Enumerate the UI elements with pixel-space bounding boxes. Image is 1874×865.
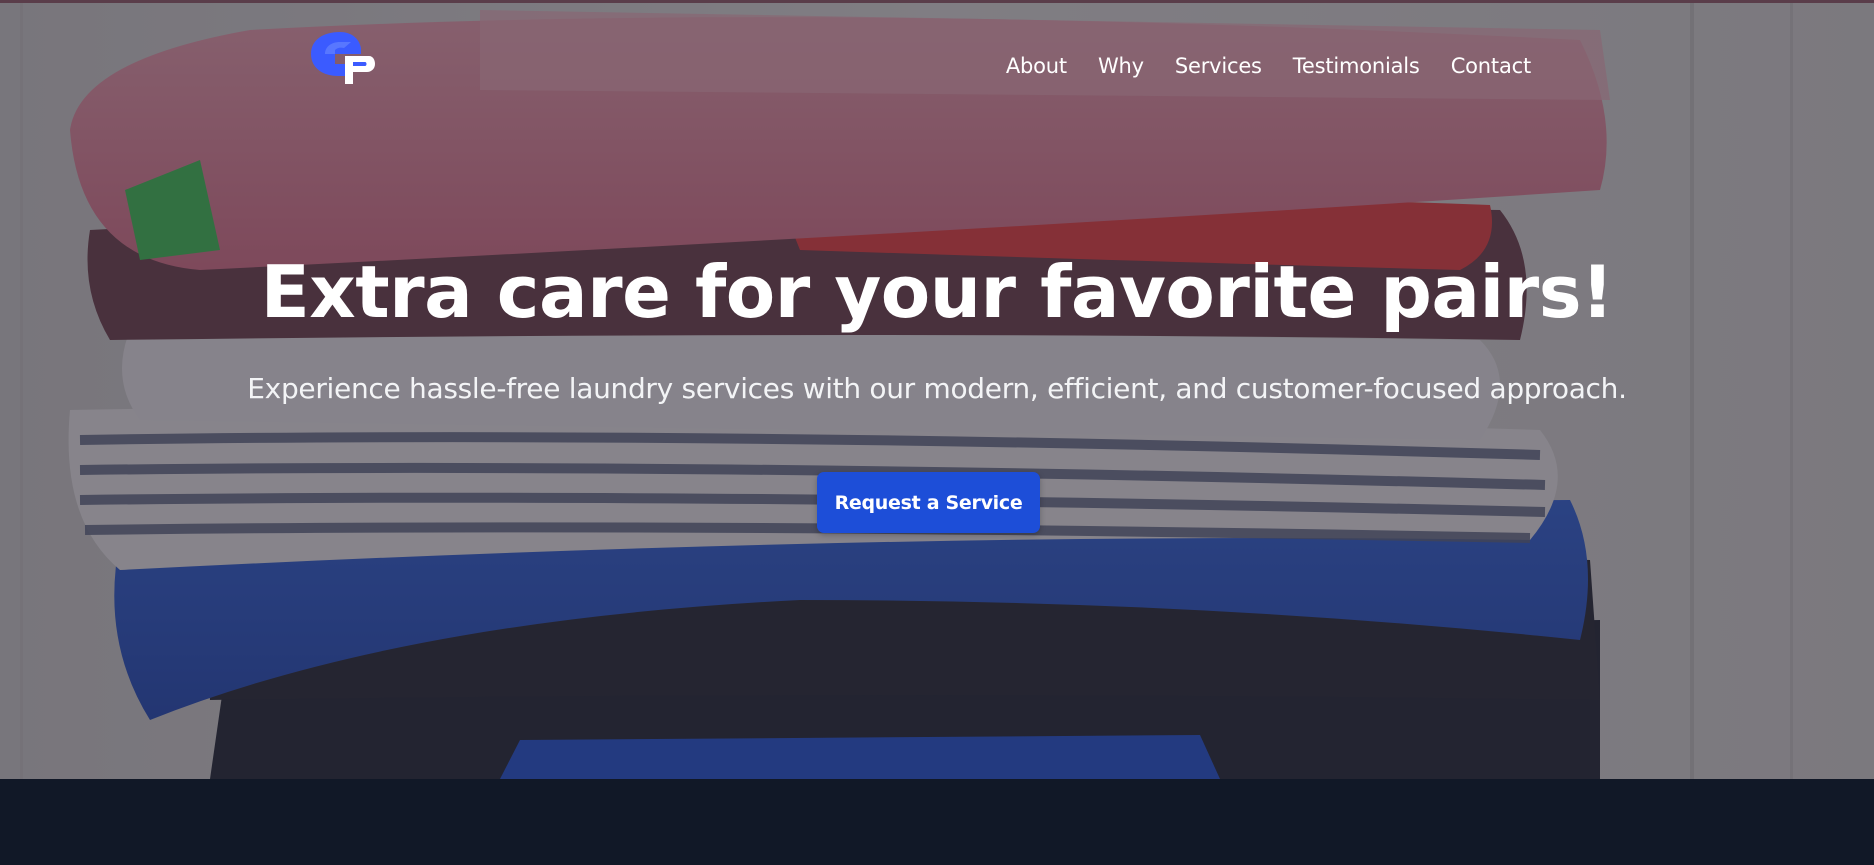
navbar: About Why Services Testimonials Contact <box>0 0 1874 120</box>
nav-link-why[interactable]: Why <box>1098 52 1144 80</box>
hero-section: About Why Services Testimonials Contact … <box>0 0 1874 779</box>
main-nav: About Why Services Testimonials Contact <box>1006 52 1531 80</box>
next-section-band <box>0 779 1874 865</box>
nav-link-testimonials[interactable]: Testimonials <box>1293 52 1420 80</box>
request-service-button[interactable]: Request a Service <box>817 472 1040 533</box>
gp-monogram-logo-icon[interactable] <box>307 28 375 86</box>
hero-subtitle: Experience hassle-free laundry services … <box>247 372 1627 405</box>
nav-link-about[interactable]: About <box>1006 52 1067 80</box>
nav-link-services[interactable]: Services <box>1175 52 1262 80</box>
page: About Why Services Testimonials Contact … <box>0 0 1874 865</box>
nav-link-contact[interactable]: Contact <box>1451 52 1532 80</box>
hero-title: Extra care for your favorite pairs! <box>260 250 1614 334</box>
